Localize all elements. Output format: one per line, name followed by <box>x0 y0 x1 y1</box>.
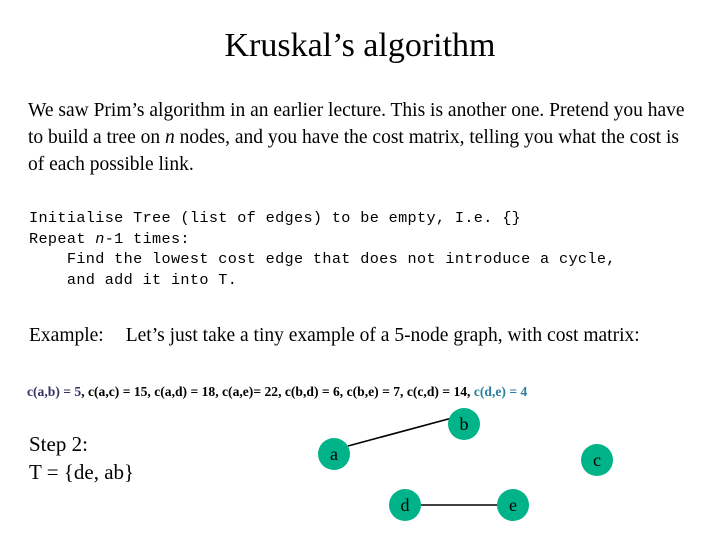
graph-node-d[interactable]: d <box>389 489 421 521</box>
example-label: Example: <box>29 325 104 346</box>
cost-entry-de: c(d,e) = 4 <box>473 384 528 399</box>
graph-diagram: a b c d e <box>300 398 640 540</box>
pseudocode-line-2-prefix: Repeat <box>29 229 96 248</box>
graph-edge-a-b <box>347 417 453 447</box>
graph-node-a[interactable]: a <box>318 438 350 470</box>
pseudocode-italic-n: n <box>95 229 105 248</box>
pseudocode-line-4: and add it into T. <box>29 270 238 289</box>
example-paragraph: Example: Let’s just take a tiny example o… <box>29 323 689 348</box>
pseudocode-line-1: Initialise Tree (list of edges) to be em… <box>29 209 522 227</box>
graph-node-c-label: c <box>593 450 601 470</box>
graph-node-b-label: b <box>459 414 469 434</box>
example-text-line1: Let’s just take a tiny example of a 5-no… <box>125 325 503 346</box>
step-number-line: Step 2: <box>29 432 88 456</box>
graph-node-c[interactable]: c <box>581 444 613 476</box>
example-text-line2: with cost matrix: <box>507 325 640 346</box>
intro-italic-n: n <box>165 127 175 148</box>
intro-paragraph: We saw Prim’s algorithm in an earlier le… <box>28 97 700 178</box>
pseudocode-line-3: Find the lowest cost edge that does not … <box>29 250 616 268</box>
step-label-block: Step 2: T = {de, ab} <box>29 430 289 486</box>
pseudocode-line-2: Repeat n-1 times: <box>29 229 720 250</box>
slide-root: Kruskal’s algorithm We saw Prim’s algori… <box>0 0 720 540</box>
page-title: Kruskal’s algorithm <box>224 27 496 64</box>
cost-entries-middle: , c(a,c) = 15, c(a,d) = 18, c(a,e)= 22, … <box>81 384 474 399</box>
cost-entry-ab: c(a,b) = 5 <box>27 384 82 399</box>
graph-node-b[interactable]: b <box>448 408 480 440</box>
graph-node-a-label: a <box>330 444 338 464</box>
graph-node-e-label: e <box>509 495 517 515</box>
graph-node-e[interactable]: e <box>497 489 529 521</box>
tree-set-line: T = {de, ab} <box>29 460 135 484</box>
pseudocode-line-2-suffix: -1 times: <box>104 229 190 248</box>
graph-node-d-label: d <box>400 495 410 515</box>
pseudocode-block: Initialise Tree (list of edges) to be em… <box>29 208 720 290</box>
